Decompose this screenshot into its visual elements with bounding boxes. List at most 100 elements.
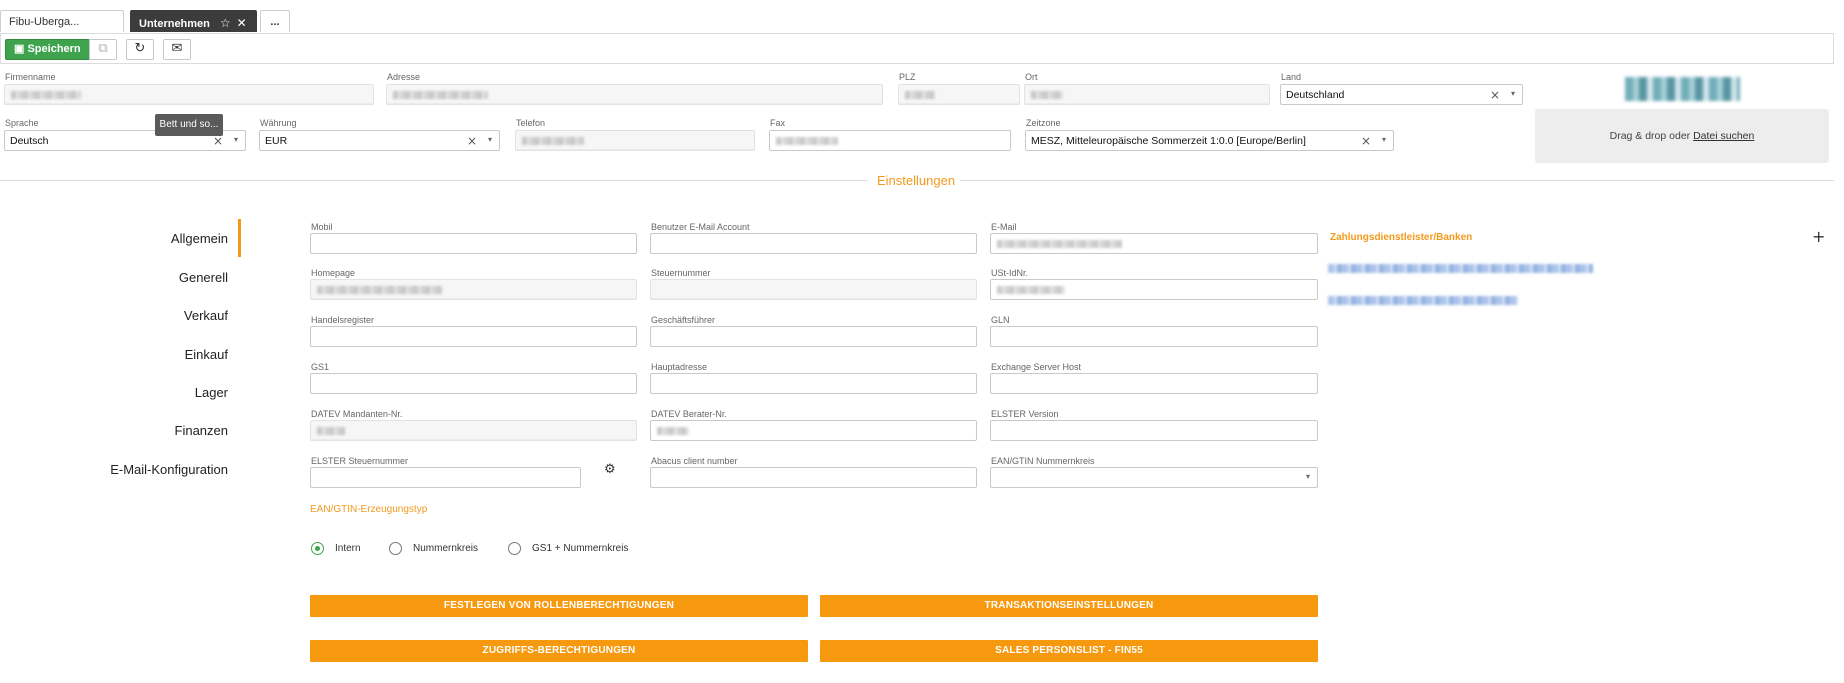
tab-label: Fibu-Uberga... <box>9 16 80 28</box>
hauptadresse-input[interactable] <box>650 373 977 394</box>
ean-kreis-label: EAN/GTIN Nummernkreis <box>991 456 1095 466</box>
zeitzone-label: Zeitzone <box>1026 118 1061 128</box>
file-search-link[interactable]: Datei suchen <box>1693 130 1754 142</box>
datev-mandant-input[interactable] <box>310 420 637 441</box>
chevron-down-icon[interactable]: ▾ <box>234 135 238 144</box>
clear-icon[interactable]: × <box>467 134 477 148</box>
email-input[interactable] <box>990 233 1318 254</box>
chevron-down-icon[interactable]: ▾ <box>1306 472 1310 481</box>
abacus-input[interactable] <box>650 467 977 488</box>
chevron-down-icon[interactable]: ▾ <box>1382 135 1386 144</box>
exchange-input[interactable] <box>990 373 1318 394</box>
copy-button[interactable]: ⧉ <box>89 39 117 60</box>
telefon-label: Telefon <box>516 118 546 128</box>
zeitzone-value: MESZ, Mitteleuropäische Sommerzeit 1:0.0… <box>1031 135 1306 147</box>
telefon-input[interactable] <box>515 130 755 151</box>
tab-unternehmen[interactable]: Unternehmen ☆ ✕ <box>130 10 257 32</box>
radio-intern-label: Intern <box>335 543 361 554</box>
homepage-input[interactable] <box>310 279 637 300</box>
mobil-input[interactable] <box>310 233 637 254</box>
hauptadresse-label: Hauptadresse <box>651 362 708 372</box>
gln-input[interactable] <box>990 326 1318 347</box>
handelsregister-input[interactable] <box>310 326 637 347</box>
tab-fibu[interactable]: Fibu-Uberga... <box>0 10 124 32</box>
email-label: E-Mail <box>991 222 1017 232</box>
nav-item-allgemein[interactable]: Allgemein <box>171 231 228 246</box>
transaktionseinstellungen-button[interactable]: TRANSAKTIONSEINSTELLUNGEN <box>820 595 1318 617</box>
elster-steuernummer-input[interactable] <box>310 467 581 488</box>
plz-input[interactable] <box>898 84 1020 105</box>
radio-nummernkreis[interactable] <box>389 542 402 555</box>
geschaeftsfuehrer-label: Geschäftsführer <box>651 315 716 325</box>
ort-label: Ort <box>1025 72 1038 82</box>
radio-intern[interactable] <box>311 542 324 555</box>
firmenname-label: Firmenname <box>5 72 56 82</box>
copy-icon: ⧉ <box>98 41 108 56</box>
waehrung-label: Währung <box>260 118 297 128</box>
adresse-label: Adresse <box>387 72 421 82</box>
nav-item-einkauf[interactable]: Einkauf <box>185 347 228 362</box>
dropzone-text: Drag & drop oder <box>1609 130 1694 142</box>
fax-input[interactable] <box>769 130 1011 151</box>
radio-nummernkreis-label: Nummernkreis <box>413 543 479 554</box>
waehrung-select[interactable]: EUR × ▾ <box>259 130 500 151</box>
elster-version-label: ELSTER Version <box>991 409 1059 419</box>
bank-link[interactable] <box>1328 264 1593 273</box>
mail-button[interactable]: ✉ <box>163 39 191 60</box>
close-icon[interactable]: ✕ <box>237 16 247 30</box>
company-logo <box>1625 77 1740 101</box>
steuernummer-input[interactable] <box>650 279 977 300</box>
clear-icon[interactable]: × <box>213 134 223 148</box>
benutzer-email-label: Benutzer E-Mail Account <box>651 222 750 232</box>
nav-item-lager[interactable]: Lager <box>195 385 228 400</box>
land-select[interactable]: Deutschland × ▾ <box>1280 84 1523 105</box>
gs1-input[interactable] <box>310 373 637 394</box>
clear-icon[interactable]: × <box>1490 88 1500 102</box>
geschaeftsfuehrer-input[interactable] <box>650 326 977 347</box>
zugriffs-berechtigungen-button[interactable]: ZUGRIFFS-BERECHTIGUNGEN <box>310 640 808 662</box>
ust-id-input[interactable] <box>990 279 1318 300</box>
save-icon: ▣ <box>14 43 25 55</box>
chevron-down-icon[interactable]: ▾ <box>488 135 492 144</box>
elster-steuernummer-label: ELSTER Steuernummer <box>311 456 409 466</box>
gs1-label: GS1 <box>311 362 330 372</box>
ean-type-label: EAN/GTIN-Erzeugungstyp <box>310 504 428 515</box>
add-bank-icon[interactable]: + <box>1812 227 1825 246</box>
chevron-down-icon[interactable]: ▾ <box>1511 89 1515 98</box>
ort-input[interactable] <box>1024 84 1270 105</box>
benutzer-email-input[interactable] <box>650 233 977 254</box>
settings-sidenav: Allgemein Generell Verkauf Einkauf Lager… <box>10 215 242 493</box>
steuernummer-label: Steuernummer <box>651 268 711 278</box>
nav-item-verkauf[interactable]: Verkauf <box>184 308 228 323</box>
zeitzone-select[interactable]: MESZ, Mitteleuropäische Sommerzeit 1:0.0… <box>1025 130 1394 151</box>
save-button[interactable]: ▣ Speichern <box>5 39 90 60</box>
datev-berater-input[interactable] <box>650 420 977 441</box>
bank-link[interactable] <box>1328 296 1518 305</box>
refresh-button[interactable]: ↻ <box>126 39 154 60</box>
rollenberechtigungen-button[interactable]: FESTLEGEN VON ROLLENBERECHTIGUNGEN <box>310 595 808 617</box>
abacus-label: Abacus client number <box>651 456 738 466</box>
tab-more-button[interactable]: ... <box>260 10 290 32</box>
gln-label: GLN <box>991 315 1010 325</box>
star-icon[interactable]: ☆ <box>220 16 231 30</box>
datev-berater-label: DATEV Berater-Nr. <box>651 409 727 419</box>
sales-personslist-button[interactable]: SALES PERSONSLIST - FIN55 <box>820 640 1318 662</box>
gears-icon[interactable]: ⚙ <box>604 462 616 477</box>
nav-item-email-konfiguration[interactable]: E-Mail-Konfiguration <box>110 462 228 477</box>
waehrung-value: EUR <box>265 135 288 147</box>
nav-item-generell[interactable]: Generell <box>179 270 228 285</box>
logo-dropzone[interactable]: Drag & drop oder Datei suchen <box>1535 109 1829 163</box>
ust-id-label: USt-IdNr. <box>991 268 1029 278</box>
datev-mandant-label: DATEV Mandanten-Nr. <box>311 409 403 419</box>
radio-gs1-nummernkreis[interactable] <box>508 542 521 555</box>
ean-kreis-select[interactable]: ▾ <box>990 467 1318 488</box>
save-label: Speichern <box>27 43 81 55</box>
land-value: Deutschland <box>1286 89 1345 101</box>
clear-icon[interactable]: × <box>1361 134 1371 148</box>
homepage-label: Homepage <box>311 268 356 278</box>
firmenname-input[interactable] <box>4 84 374 105</box>
elster-version-input[interactable] <box>990 420 1318 441</box>
radio-gs1-nummernkreis-label: GS1 + Nummernkreis <box>532 543 629 554</box>
nav-item-finanzen[interactable]: Finanzen <box>175 423 228 438</box>
adresse-input[interactable] <box>386 84 883 105</box>
